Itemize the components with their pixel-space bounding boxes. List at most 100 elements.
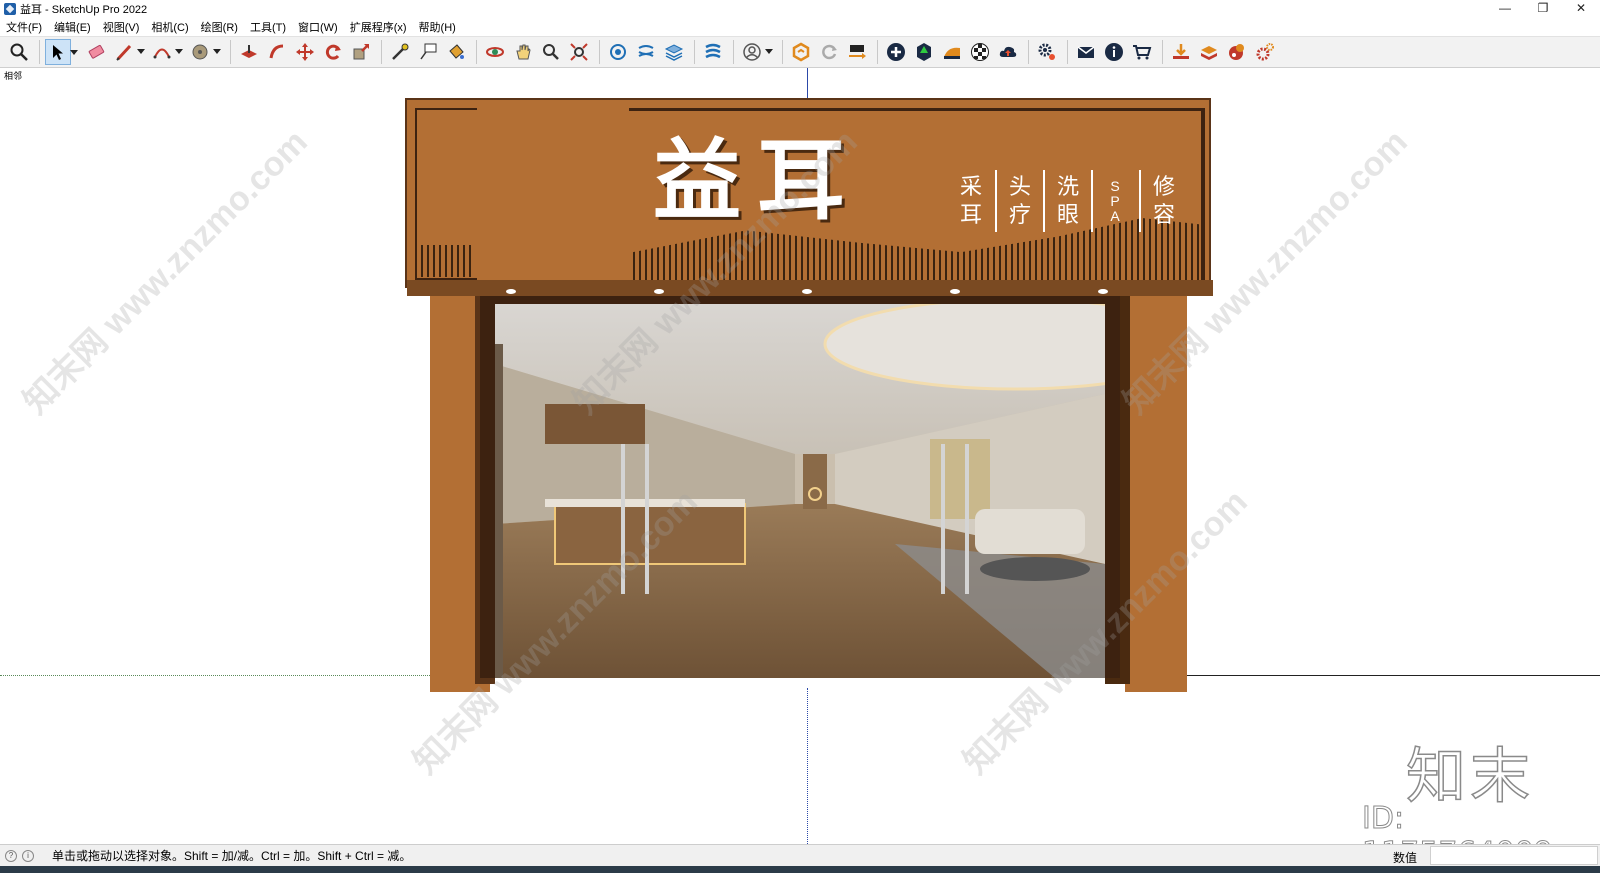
toolbar-separator xyxy=(1028,40,1029,64)
service-list: 采耳 头疗 洗眼 SPA 修容 xyxy=(947,170,1187,232)
service-char: 眼 xyxy=(1056,202,1079,227)
pencil-dropdown-icon[interactable] xyxy=(137,49,145,54)
status-bar: ? i 单击或拖动以选择对象。Shift = 加/减。Ctrl = 加。Shif… xyxy=(0,844,1600,866)
restore-button[interactable]: ❐ xyxy=(1524,0,1562,18)
service-char: S xyxy=(1110,177,1122,194)
service-item: 洗眼 xyxy=(1043,170,1091,232)
paint-bucket-icon[interactable] xyxy=(443,39,469,65)
service-char: P xyxy=(1110,192,1122,209)
main-toolbar xyxy=(0,36,1600,68)
measurements-label: 数值 xyxy=(1393,851,1418,865)
push-pull-icon[interactable] xyxy=(236,39,262,65)
gear-icon[interactable] xyxy=(1252,39,1278,65)
pan-icon[interactable] xyxy=(510,39,536,65)
toolbar-separator xyxy=(1067,40,1068,64)
instructor-icon[interactable]: i xyxy=(22,849,34,862)
settings-icon[interactable] xyxy=(1034,39,1060,65)
shop-signboard: 益耳 采耳 头疗 洗眼 SPA 修容 xyxy=(405,98,1213,296)
lobby-scene-drawing xyxy=(495,304,1105,678)
paint-dropdown-icon[interactable] xyxy=(213,49,221,54)
minimize-button[interactable]: — xyxy=(1486,0,1524,18)
3d-warehouse-icon[interactable] xyxy=(911,39,937,65)
storefront-model[interactable]: 益耳 采耳 头疗 洗眼 SPA 修容 xyxy=(405,98,1213,696)
select-dropdown-icon[interactable] xyxy=(70,50,78,55)
watermark-text: 知末网 www.znzmo.com xyxy=(16,122,315,422)
left-slat-pattern xyxy=(421,245,471,277)
scene-tab[interactable]: 相邻 xyxy=(4,69,22,82)
arc-dropdown-icon[interactable] xyxy=(175,49,183,54)
menu-tools[interactable]: 工具(T) xyxy=(250,19,286,35)
zoom-window-icon[interactable] xyxy=(538,39,564,65)
close-button[interactable]: ✕ xyxy=(1562,0,1600,18)
menu-camera[interactable]: 相机(C) xyxy=(151,19,188,35)
layers-icon[interactable] xyxy=(661,39,687,65)
menu-extensions[interactable]: 扩展程序(x) xyxy=(350,19,407,35)
info-icon[interactable] xyxy=(1101,39,1127,65)
scale-icon[interactable] xyxy=(348,39,374,65)
watermark-id: ID: 1175764009 xyxy=(1362,801,1554,845)
toolbar-separator xyxy=(39,40,40,64)
zoom-icon[interactable] xyxy=(6,39,32,65)
toolbar-separator xyxy=(1162,40,1163,64)
zoom-extents-icon[interactable] xyxy=(566,39,592,65)
green-axis-dotted xyxy=(0,675,430,676)
geo-location-icon[interactable]: ? xyxy=(5,849,17,862)
extension-warehouse-icon[interactable] xyxy=(788,39,814,65)
brand-name-sign: 益耳 xyxy=(653,128,862,232)
scenes-icon[interactable] xyxy=(844,39,870,65)
pencil-icon[interactable] xyxy=(111,39,145,65)
menu-file[interactable]: 文件(F) xyxy=(6,19,42,35)
eraser-icon[interactable] xyxy=(83,39,109,65)
measurements-input[interactable] xyxy=(1430,846,1598,865)
service-item: 修容 xyxy=(1139,170,1187,232)
menu-bar: 文件(F) 编辑(E) 视图(V) 相机(C) 绘图(R) 工具(T) 窗口(W… xyxy=(0,18,1600,36)
refresh-icon[interactable] xyxy=(816,39,842,65)
toolbar-separator xyxy=(694,40,695,64)
downlight xyxy=(802,289,812,294)
title-bar: 益耳 - SketchUp Pro 2022 — ❐ ✕ xyxy=(0,0,1600,18)
service-item: SPA xyxy=(1091,170,1139,232)
sketchup-app-icon xyxy=(4,3,16,15)
service-char: 头 xyxy=(1008,174,1031,199)
service-char: 洗 xyxy=(1056,174,1079,199)
interior-render-image xyxy=(495,304,1105,678)
menu-view[interactable]: 视图(V) xyxy=(103,19,140,35)
component-icon[interactable] xyxy=(605,39,631,65)
service-char: 耳 xyxy=(959,202,982,227)
text-icon[interactable] xyxy=(415,39,441,65)
right-pillar xyxy=(1125,294,1187,692)
follow-me-icon[interactable] xyxy=(264,39,290,65)
styles-icon[interactable] xyxy=(700,39,726,65)
section-icon[interactable] xyxy=(633,39,659,65)
blue-axis-dotted xyxy=(807,688,808,844)
arc-icon[interactable] xyxy=(149,39,183,65)
toolbar-separator xyxy=(230,40,231,64)
modeling-viewport[interactable]: 相邻 益耳 采 耳 头 疗 洗 眼 S P A 修 容 知末网 www.znzm… xyxy=(0,68,1600,844)
move-icon[interactable] xyxy=(292,39,318,65)
upload-icon[interactable] xyxy=(995,39,1021,65)
menu-draw[interactable]: 绘图(R) xyxy=(201,19,238,35)
add-icon[interactable] xyxy=(883,39,909,65)
account-icon[interactable] xyxy=(739,39,773,65)
mail-icon[interactable] xyxy=(1073,39,1099,65)
service-char: 采 xyxy=(959,174,982,199)
toolbar-separator xyxy=(877,40,878,64)
downlight-row xyxy=(437,289,1177,297)
checker-icon[interactable] xyxy=(967,39,993,65)
orbit-icon[interactable] xyxy=(482,39,508,65)
render-icon[interactable] xyxy=(1224,39,1250,65)
menu-help[interactable]: 帮助(H) xyxy=(419,19,456,35)
downlight xyxy=(1098,289,1108,294)
account-dropdown-icon[interactable] xyxy=(765,49,773,54)
sandbox-icon[interactable] xyxy=(939,39,965,65)
import-icon[interactable] xyxy=(1168,39,1194,65)
menu-edit[interactable]: 编辑(E) xyxy=(54,19,91,35)
cart-icon[interactable] xyxy=(1129,39,1155,65)
shape-icon[interactable] xyxy=(1196,39,1222,65)
toolbar-separator xyxy=(782,40,783,64)
rotate-icon[interactable] xyxy=(320,39,346,65)
tape-icon[interactable] xyxy=(387,39,413,65)
menu-window[interactable]: 窗口(W) xyxy=(298,19,338,35)
paint-icon[interactable] xyxy=(187,39,221,65)
select-icon[interactable] xyxy=(45,39,78,65)
